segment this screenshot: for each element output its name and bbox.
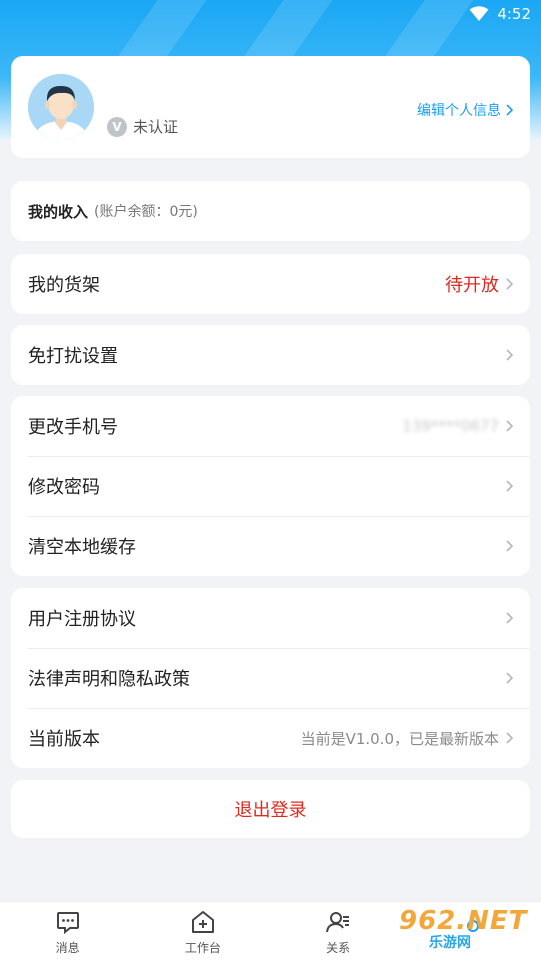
- avatar-illustration: [28, 74, 94, 140]
- change-password-label: 修改密码: [28, 477, 100, 498]
- current-version-row[interactable]: 当前版本 当前是V1.0.0，已是最新版本: [11, 708, 530, 768]
- chevron-right-icon: [506, 480, 514, 492]
- contacts-icon: [326, 911, 350, 932]
- edit-profile-link[interactable]: 编辑个人信息: [417, 100, 514, 120]
- edit-profile-label: 编辑个人信息: [417, 103, 501, 119]
- tab-messages-label: 消息: [55, 940, 80, 955]
- workbench-icon: [191, 910, 214, 933]
- status-bar: 4:52: [469, 0, 531, 28]
- dnd-card: 免打扰设置: [11, 325, 530, 385]
- tab-contacts[interactable]: 关系: [271, 902, 406, 962]
- clear-cache-label: 清空本地缓存: [28, 537, 136, 558]
- wifi-icon: [469, 6, 489, 21]
- tab-workbench-label: 工作台: [184, 940, 221, 955]
- chevron-right-icon: [506, 540, 514, 552]
- chevron-right-icon: [506, 104, 514, 116]
- chevron-right-icon: [506, 672, 514, 684]
- legal-privacy-label: 法律声明和隐私政策: [28, 669, 190, 690]
- user-agreement-row[interactable]: 用户注册协议: [11, 588, 530, 648]
- tab-workbench[interactable]: 工作台: [135, 902, 270, 962]
- site-watermark: 962.NET 乐游网: [399, 902, 535, 956]
- account-balance: (账户余额：0元): [94, 204, 198, 220]
- dnd-settings-row[interactable]: 免打扰设置: [11, 325, 530, 385]
- chevron-right-icon: [506, 278, 514, 290]
- chevron-right-icon: [506, 420, 514, 432]
- logout-label: 退出登录: [234, 800, 307, 821]
- clear-cache-row[interactable]: 清空本地缓存: [11, 516, 530, 576]
- verification-text: 未认证: [133, 118, 179, 136]
- change-phone-label: 更改手机号: [28, 417, 118, 438]
- about-card: 用户注册协议 法律声明和隐私政策 当前版本 当前是V1.0.0，已是最新版本: [11, 588, 530, 768]
- shelf-card: 我的货架 待开放: [11, 254, 530, 314]
- current-version-label: 当前版本: [28, 729, 100, 750]
- income-label: 我的收入: [28, 202, 89, 221]
- verified-badge-icon: V: [107, 116, 127, 137]
- change-phone-row[interactable]: 更改手机号 139****0677: [11, 396, 530, 456]
- phone-number-value: 139****0677: [402, 417, 499, 435]
- chevron-right-icon: [506, 732, 514, 744]
- shelf-status: 待开放: [445, 275, 499, 296]
- chevron-right-icon: [506, 349, 514, 361]
- user-agreement-label: 用户注册协议: [28, 609, 136, 630]
- avatar[interactable]: [28, 74, 94, 140]
- watermark-subtext: 乐游网: [429, 935, 471, 951]
- tab-contacts-label: 关系: [326, 940, 351, 955]
- legal-privacy-row[interactable]: 法律声明和隐私政策: [11, 648, 530, 708]
- income-card[interactable]: 我的收入 (账户余额：0元): [11, 181, 530, 241]
- account-settings-card: 更改手机号 139****0677 修改密码 清空本地缓存: [11, 396, 530, 576]
- chevron-right-icon: [506, 612, 514, 624]
- my-shelf-row[interactable]: 我的货架 待开放: [11, 254, 530, 314]
- logout-button[interactable]: 退出登录: [11, 780, 530, 838]
- verification-status: V 未认证: [107, 116, 178, 137]
- my-shelf-label: 我的货架: [28, 275, 100, 296]
- version-value: 当前是V1.0.0，已是最新版本: [300, 729, 499, 748]
- profile-card: V 未认证 编辑个人信息: [11, 56, 530, 158]
- change-password-row[interactable]: 修改密码: [11, 456, 530, 516]
- tab-messages[interactable]: 消息: [0, 902, 135, 962]
- dnd-settings-label: 免打扰设置: [28, 346, 118, 367]
- message-icon: [56, 911, 79, 934]
- status-time: 4:52: [497, 5, 531, 23]
